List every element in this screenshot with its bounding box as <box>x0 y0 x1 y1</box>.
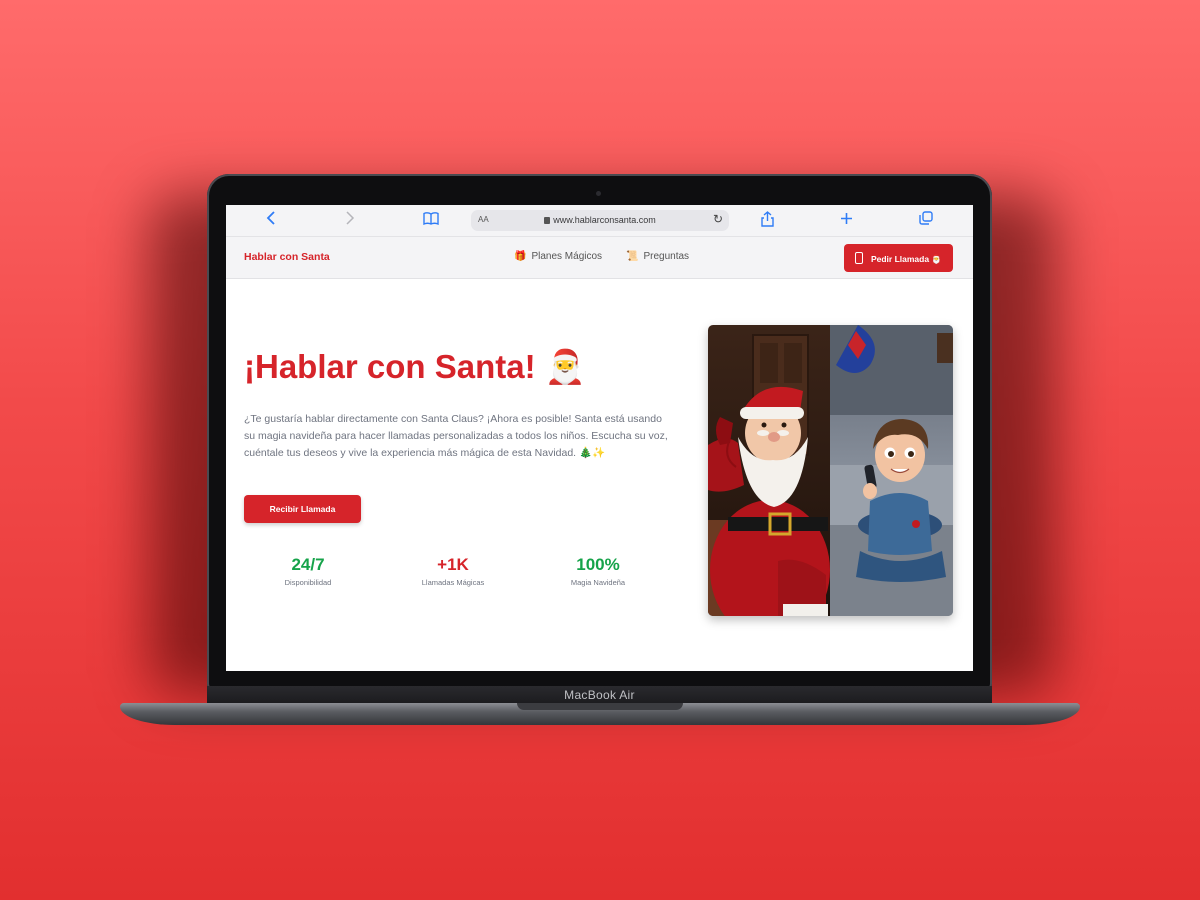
stat-value: 100% <box>576 555 620 574</box>
page-title: ¡Hablar con Santa! 🎅 <box>244 348 586 385</box>
hero-description: ¿Te gustaría hablar directamente con San… <box>244 413 668 459</box>
tabs-icon[interactable] <box>916 211 936 231</box>
nav-link-label: Planes Mágicos <box>531 251 603 262</box>
stat-value: 24/7 <box>291 555 325 574</box>
camera-dot <box>596 191 601 196</box>
stat-availability: 24/7 Disponibilidad <box>253 555 363 587</box>
stat-calls: +1K Llamadas Mágicas <box>398 555 508 587</box>
laptop-lid: AA www.hablarconsanta.com ↻ Hablar con S… <box>207 174 992 690</box>
lock-icon <box>544 217 551 224</box>
nav-link-label: Preguntas <box>643 251 690 262</box>
laptop-chin: MacBook Air <box>207 686 992 704</box>
bookmarks-icon[interactable] <box>421 211 441 231</box>
request-call-button[interactable]: Pedir Llamada 🎅 <box>844 244 953 272</box>
reload-icon[interactable]: ↻ <box>713 212 723 226</box>
forward-icon[interactable] <box>340 211 360 231</box>
new-tab-icon[interactable] <box>836 211 856 231</box>
laptop-notch <box>517 703 683 710</box>
device-label: MacBook Air <box>564 688 635 702</box>
url-text: www.hablarconsanta.com <box>553 215 656 225</box>
stat-label: Llamadas Mágicas <box>421 578 485 587</box>
nav-link-planes[interactable]: 🎁 Planes Mágicos <box>514 251 602 262</box>
back-icon[interactable] <box>261 211 281 231</box>
nav-link-preguntas[interactable]: 📜 Preguntas <box>626 251 689 262</box>
stat-magic: 100% Magia Navideña <box>543 555 653 587</box>
brand-logo[interactable]: Hablar con Santa <box>244 251 330 263</box>
address-bar[interactable]: AA www.hablarconsanta.com ↻ <box>471 210 729 231</box>
share-icon[interactable] <box>757 211 777 231</box>
laptop-base <box>120 703 1080 725</box>
receive-call-button[interactable]: Recibir Llamada <box>244 495 361 523</box>
site-navbar: Hablar con Santa 🎁 Planes Mágicos 📜 Pregun… <box>226 237 973 279</box>
gift-icon: 🎁 <box>514 251 527 262</box>
santa-call-illustration <box>708 325 953 616</box>
request-call-label: Pedir Llamada 🎅 <box>870 253 943 264</box>
browser-toolbar: AA www.hablarconsanta.com ↻ <box>226 205 973 237</box>
phone-icon <box>854 251 863 264</box>
scroll-icon: 📜 <box>626 251 639 262</box>
stat-label: Magia Navideña <box>570 578 626 587</box>
stat-label: Disponibilidad <box>284 578 332 587</box>
browser-screen: AA www.hablarconsanta.com ↻ Hablar con S… <box>226 205 973 671</box>
stat-value: +1K <box>437 555 469 574</box>
